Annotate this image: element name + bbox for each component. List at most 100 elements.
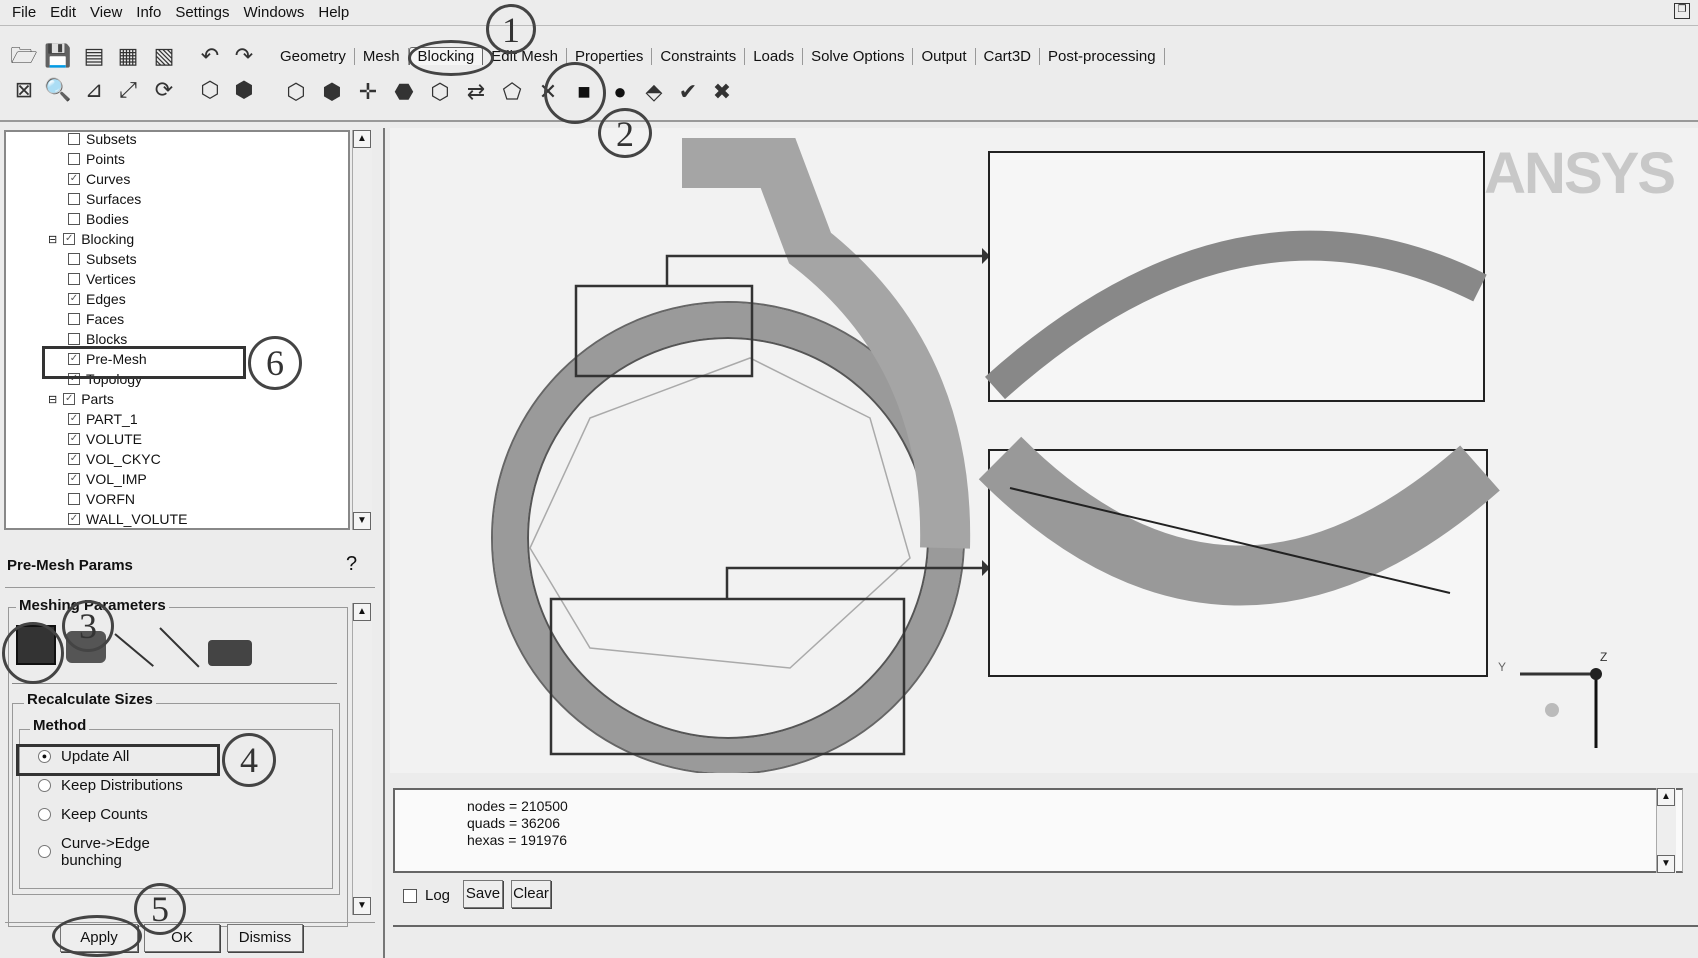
ok-button[interactable]: OK <box>144 924 220 952</box>
tree-item[interactable]: Points <box>68 150 125 168</box>
tree-item[interactable]: ✓ WALL_VOLUTE <box>68 510 187 528</box>
menu-settings[interactable]: Settings <box>171 4 239 21</box>
tree-item[interactable]: Bodies <box>68 210 129 228</box>
scroll-down-button[interactable]: ▼ <box>1657 855 1675 873</box>
tree-item[interactable]: ✓ Edges <box>68 290 126 308</box>
tree-checkbox[interactable]: ✓ <box>68 173 80 185</box>
import-blocking-icon[interactable]: ▧ <box>150 42 178 70</box>
delete-block-icon[interactable]: ✖ <box>708 78 736 106</box>
global-mesh-size-icon[interactable] <box>16 625 56 665</box>
block-checks-icon[interactable]: ✔ <box>674 78 702 106</box>
menu-file[interactable]: File <box>8 4 46 21</box>
pre-mesh-params-icon[interactable]: ■ <box>570 78 598 106</box>
tree-item[interactable]: ✓ Curves <box>68 170 130 188</box>
tab-properties[interactable]: Properties <box>567 47 653 65</box>
apply-button[interactable]: Apply <box>60 924 138 952</box>
scroll-up-button[interactable]: ▲ <box>353 130 371 148</box>
tree-checkbox[interactable] <box>68 193 80 205</box>
graphics-viewport[interactable]: ANSYS Y Z <box>390 128 1698 775</box>
open-icon[interactable]: 🗁 <box>10 42 38 70</box>
wireframe-icon[interactable]: ⬡ <box>196 76 224 104</box>
clear-log-button[interactable]: Clear <box>511 880 551 908</box>
tab-edit-mesh[interactable]: Edit Mesh <box>483 47 567 65</box>
move-vertex-icon[interactable]: ⇄ <box>462 78 490 106</box>
pre-mesh-smooth-icon[interactable]: ⬘ <box>640 78 668 106</box>
tree-item[interactable]: Vertices <box>68 270 136 288</box>
menu-help[interactable]: Help <box>314 4 359 21</box>
restore-window-icon[interactable]: ❐ <box>1674 3 1690 19</box>
tree-item[interactable]: ⊟ ✓ Parts <box>48 390 114 408</box>
tree-item[interactable]: ✓ Topology <box>68 370 142 388</box>
collapse-icon[interactable]: ⊟ <box>48 233 57 246</box>
params-scrollbar[interactable]: ▲ ▼ <box>352 603 372 915</box>
log-checkbox[interactable] <box>403 888 417 903</box>
tree-scrollbar[interactable]: ▲ ▼ <box>352 130 372 530</box>
scroll-down-button[interactable]: ▼ <box>353 512 371 530</box>
tree-checkbox[interactable]: ✓ <box>68 293 80 305</box>
import-mesh-icon[interactable]: ▦ <box>114 42 142 70</box>
transform-blocks-icon[interactable]: ⬠ <box>498 78 526 106</box>
menu-edit[interactable]: Edit <box>46 4 86 21</box>
tab-constraints[interactable]: Constraints <box>652 47 746 65</box>
save-icon[interactable]: 💾 <box>44 42 72 70</box>
tab-cart3d[interactable]: Cart3D <box>976 47 1041 65</box>
tree-checkbox[interactable]: ✓ <box>68 353 80 365</box>
tree-checkbox[interactable]: ✓ <box>63 393 76 405</box>
edit-block-icon[interactable]: ⬣ <box>390 78 418 106</box>
tab-post-processing[interactable]: Post-processing <box>1040 47 1165 65</box>
tree-item[interactable]: ✓ VOL_CKYC <box>68 450 161 468</box>
measure-icon[interactable]: ⊿ <box>80 76 108 104</box>
save-log-button[interactable]: Save <box>463 880 503 908</box>
tree-checkbox[interactable]: ✓ <box>68 513 80 525</box>
menu-info[interactable]: Info <box>132 4 171 21</box>
tree-item[interactable]: Subsets <box>68 250 137 268</box>
menu-view[interactable]: View <box>86 4 132 21</box>
split-block-icon[interactable]: ⬢ <box>318 78 346 106</box>
tree-checkbox[interactable] <box>68 493 80 505</box>
tree-checkbox[interactable] <box>68 213 80 225</box>
tab-geometry[interactable]: Geometry <box>272 47 355 65</box>
tree-checkbox[interactable] <box>68 133 80 145</box>
scroll-up-button[interactable]: ▲ <box>353 603 371 621</box>
create-block-icon[interactable]: ⬡ <box>282 78 310 106</box>
undo-icon[interactable]: ↶ <box>196 42 224 70</box>
tab-solve-options[interactable]: Solve Options <box>803 47 914 65</box>
import-geometry-icon[interactable]: ▤ <box>80 42 108 70</box>
message-scrollbar[interactable]: ▲ ▼ <box>1656 788 1676 873</box>
part-mesh-size-icon[interactable] <box>66 631 106 663</box>
tab-output[interactable]: Output <box>913 47 976 65</box>
tree-checkbox[interactable]: ✓ <box>68 453 80 465</box>
help-icon[interactable]: ? <box>346 553 357 576</box>
tree-checkbox[interactable]: ✓ <box>63 233 76 245</box>
tree-checkbox[interactable]: ✓ <box>68 433 80 445</box>
tree-checkbox[interactable]: ✓ <box>68 373 80 385</box>
tree-checkbox[interactable]: ✓ <box>68 473 80 485</box>
collapse-icon[interactable]: ⊟ <box>48 393 57 406</box>
tree-item[interactable]: Blocks <box>68 330 127 348</box>
refresh-icon[interactable]: ⟳ <box>150 76 178 104</box>
radio-keep-distributions[interactable]: Keep Distributions <box>38 777 183 794</box>
scale-sizes-icon[interactable] <box>208 640 252 666</box>
tree-checkbox[interactable] <box>68 273 80 285</box>
menu-windows[interactable]: Windows <box>240 4 315 21</box>
radio-curve-edge-bunching[interactable]: Curve->Edge bunching <box>38 835 150 869</box>
radio-keep-counts[interactable]: Keep Counts <box>38 806 148 823</box>
tree-item[interactable]: Faces <box>68 310 124 328</box>
tab-blocking[interactable]: Blocking <box>408 47 484 65</box>
tree-item[interactable]: Surfaces <box>68 190 141 208</box>
tree-checkbox[interactable] <box>68 313 80 325</box>
tree-item[interactable]: ✓ VOL_IMP <box>68 470 147 488</box>
edit-edge-icon[interactable]: ✕ <box>534 78 562 106</box>
local-coords-icon[interactable]: ⤢ <box>114 76 142 104</box>
radio-update-all[interactable]: ● Update All <box>38 748 129 765</box>
zoom-icon[interactable]: 🔍 <box>44 76 72 104</box>
solid-icon[interactable]: ⬢ <box>230 76 258 104</box>
merge-vertices-icon[interactable]: ✛ <box>354 78 382 106</box>
tree-checkbox[interactable] <box>68 253 80 265</box>
tree-item[interactable]: ✓ Pre-Mesh <box>68 350 147 368</box>
tree-item[interactable]: ✓ VOLUTE <box>68 430 142 448</box>
scroll-up-button[interactable]: ▲ <box>1657 788 1675 806</box>
tree-item[interactable]: ✓ PART_1 <box>68 410 138 428</box>
associate-icon[interactable]: ⬡ <box>426 78 454 106</box>
fit-window-icon[interactable]: ⊠ <box>10 76 38 104</box>
